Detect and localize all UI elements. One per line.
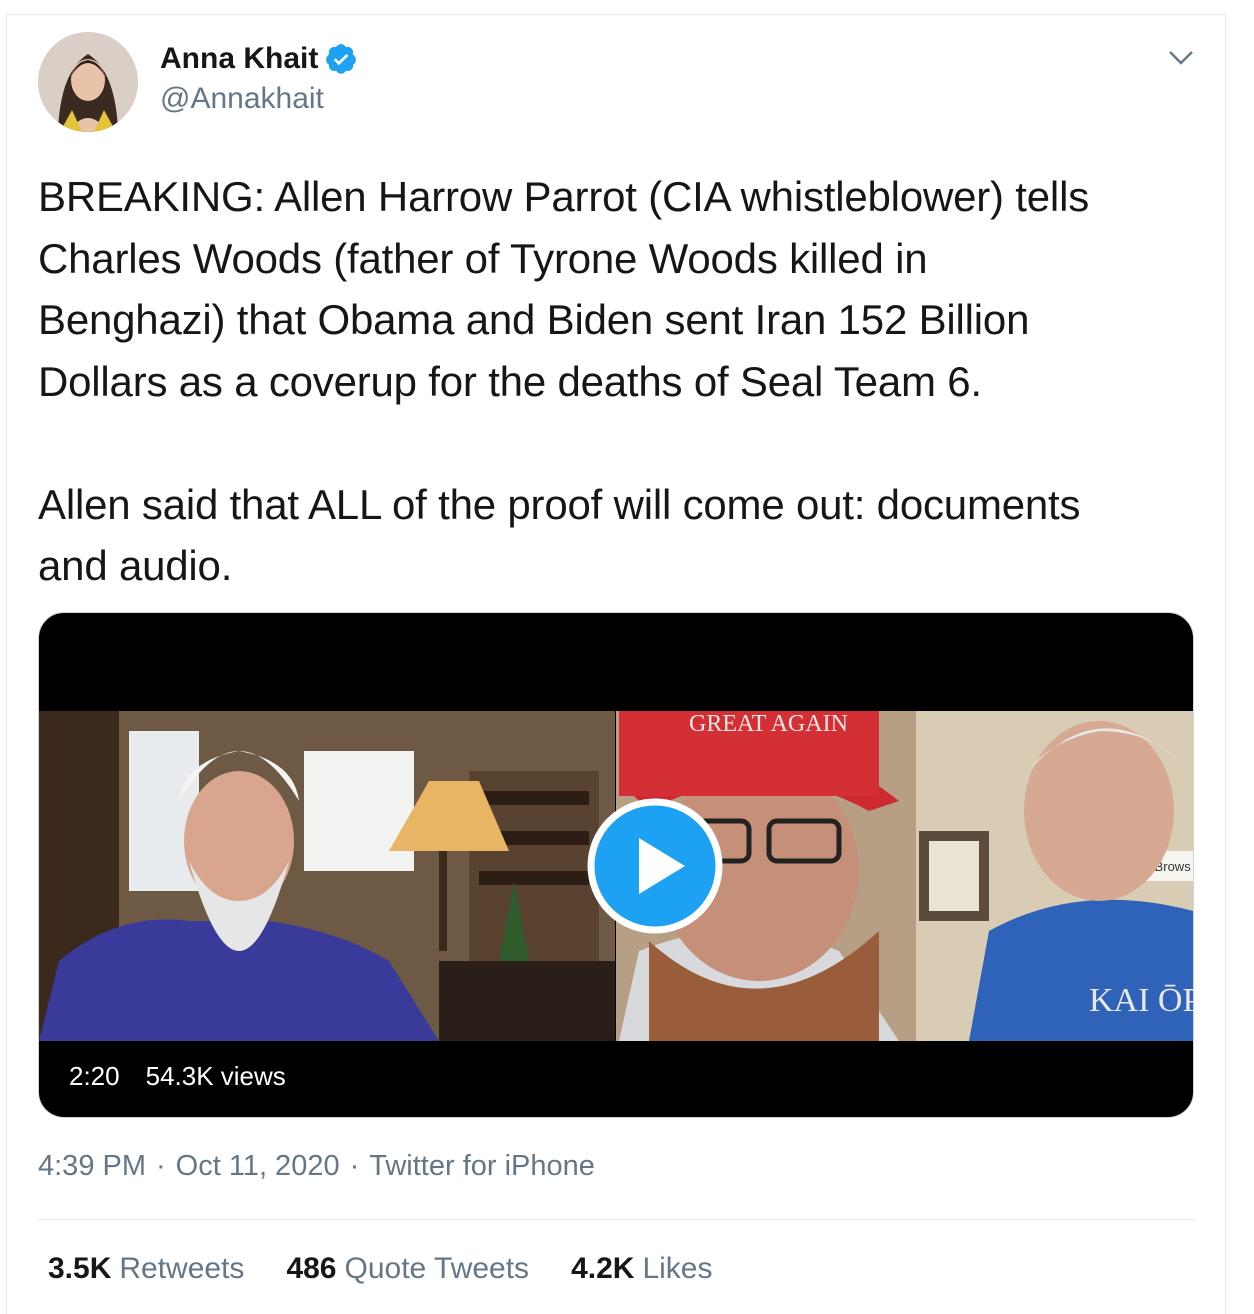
- tweet-date[interactable]: Oct 11, 2020: [176, 1150, 340, 1183]
- author-handle[interactable]: @Annakhait: [160, 82, 324, 116]
- avatar-image: [38, 32, 138, 132]
- video-duration: 2:20: [69, 1061, 120, 1091]
- retweets-stat[interactable]: 3.5K Retweets: [48, 1252, 244, 1286]
- cap-text: GREAT AGAIN: [689, 711, 848, 737]
- tweet-source[interactable]: Twitter for iPhone: [369, 1150, 595, 1183]
- tweet-stats: 3.5K Retweets 486 Quote Tweets 4.2K Likes: [48, 1252, 712, 1286]
- likes-stat[interactable]: 4.2K Likes: [571, 1252, 712, 1286]
- author-avatar[interactable]: [38, 32, 138, 132]
- meta-separator: ·: [349, 1150, 360, 1182]
- quote-tweets-label: Quote Tweets: [344, 1252, 530, 1285]
- author-name[interactable]: Anna Khait: [160, 42, 318, 76]
- likes-label: Likes: [642, 1252, 713, 1285]
- shirt-text: KAI ŌP: [1089, 982, 1193, 1019]
- retweets-label: Retweets: [119, 1252, 245, 1285]
- verified-badge-icon: [326, 44, 357, 74]
- meta-separator: ·: [156, 1150, 166, 1182]
- likes-count: 4.2K: [571, 1252, 635, 1285]
- tweet-time[interactable]: 4:39 PM: [38, 1150, 146, 1183]
- retweets-count: 3.5K: [48, 1252, 112, 1285]
- chevron-down-icon[interactable]: [1168, 50, 1194, 66]
- video-views: 54.3K views: [145, 1061, 286, 1091]
- tweet-text: BREAKING: Allen Harrow Parrot (CIA whist…: [38, 173, 1089, 589]
- divider: [38, 1219, 1196, 1220]
- tweet-meta: 4:39 PM · Oct 11, 2020 · Twitter for iPh…: [38, 1150, 595, 1183]
- quote-tweets-count: 486: [286, 1252, 337, 1285]
- play-icon[interactable]: [587, 798, 723, 934]
- quote-tweets-stat[interactable]: 486 Quote Tweets: [286, 1252, 529, 1286]
- video-stats: 2:20 54.3K views: [69, 1061, 286, 1092]
- video-player[interactable]: Brave Brows GREAT AGAIN KAI ŌP 2:20 54.3…: [38, 612, 1194, 1118]
